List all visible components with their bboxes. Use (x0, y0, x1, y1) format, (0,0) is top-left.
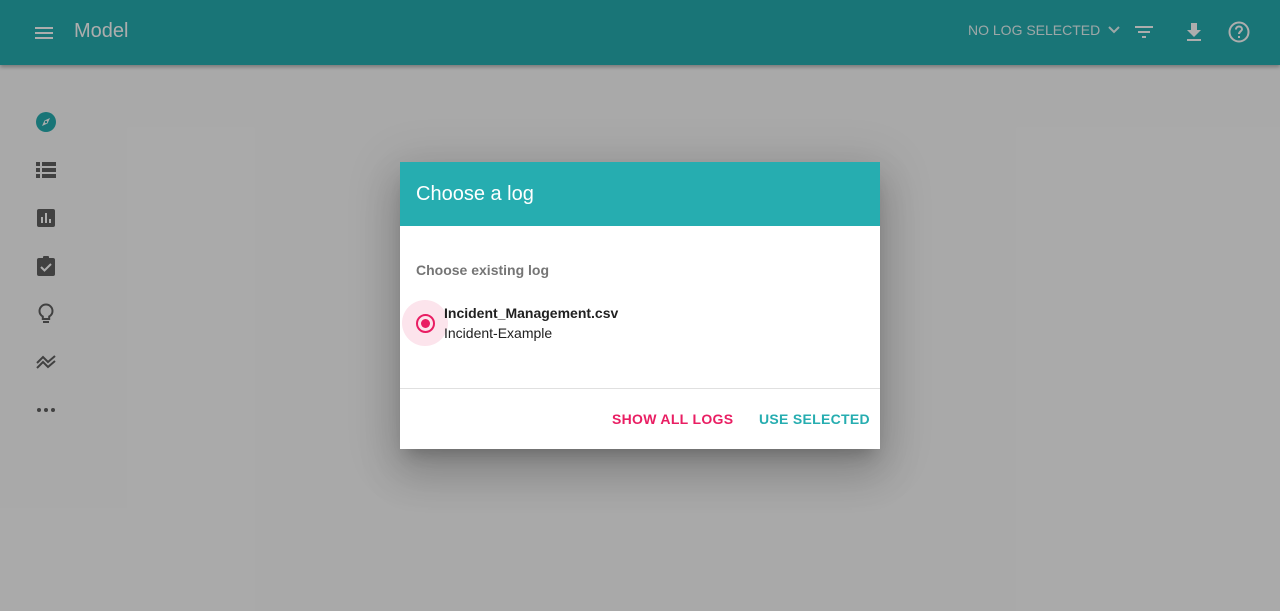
log-name: Incident_Management.csv (444, 305, 619, 321)
choose-log-dialog: Choose a log Choose existing log Inciden… (400, 162, 880, 449)
dialog-header: Choose a log (400, 162, 880, 226)
log-option-item[interactable]: Incident_Management.csv Incident-Example (400, 300, 880, 350)
dialog-divider (400, 388, 880, 389)
show-all-logs-button[interactable]: SHOW ALL LOGS (604, 402, 741, 436)
radio-selected-dot (421, 319, 430, 328)
log-description: Incident-Example (444, 325, 553, 341)
section-label: Choose existing log (416, 262, 550, 278)
log-radio-button[interactable] (416, 314, 435, 333)
dialog-title: Choose a log (416, 182, 534, 205)
use-selected-button[interactable]: USE SELECTED (751, 402, 878, 436)
